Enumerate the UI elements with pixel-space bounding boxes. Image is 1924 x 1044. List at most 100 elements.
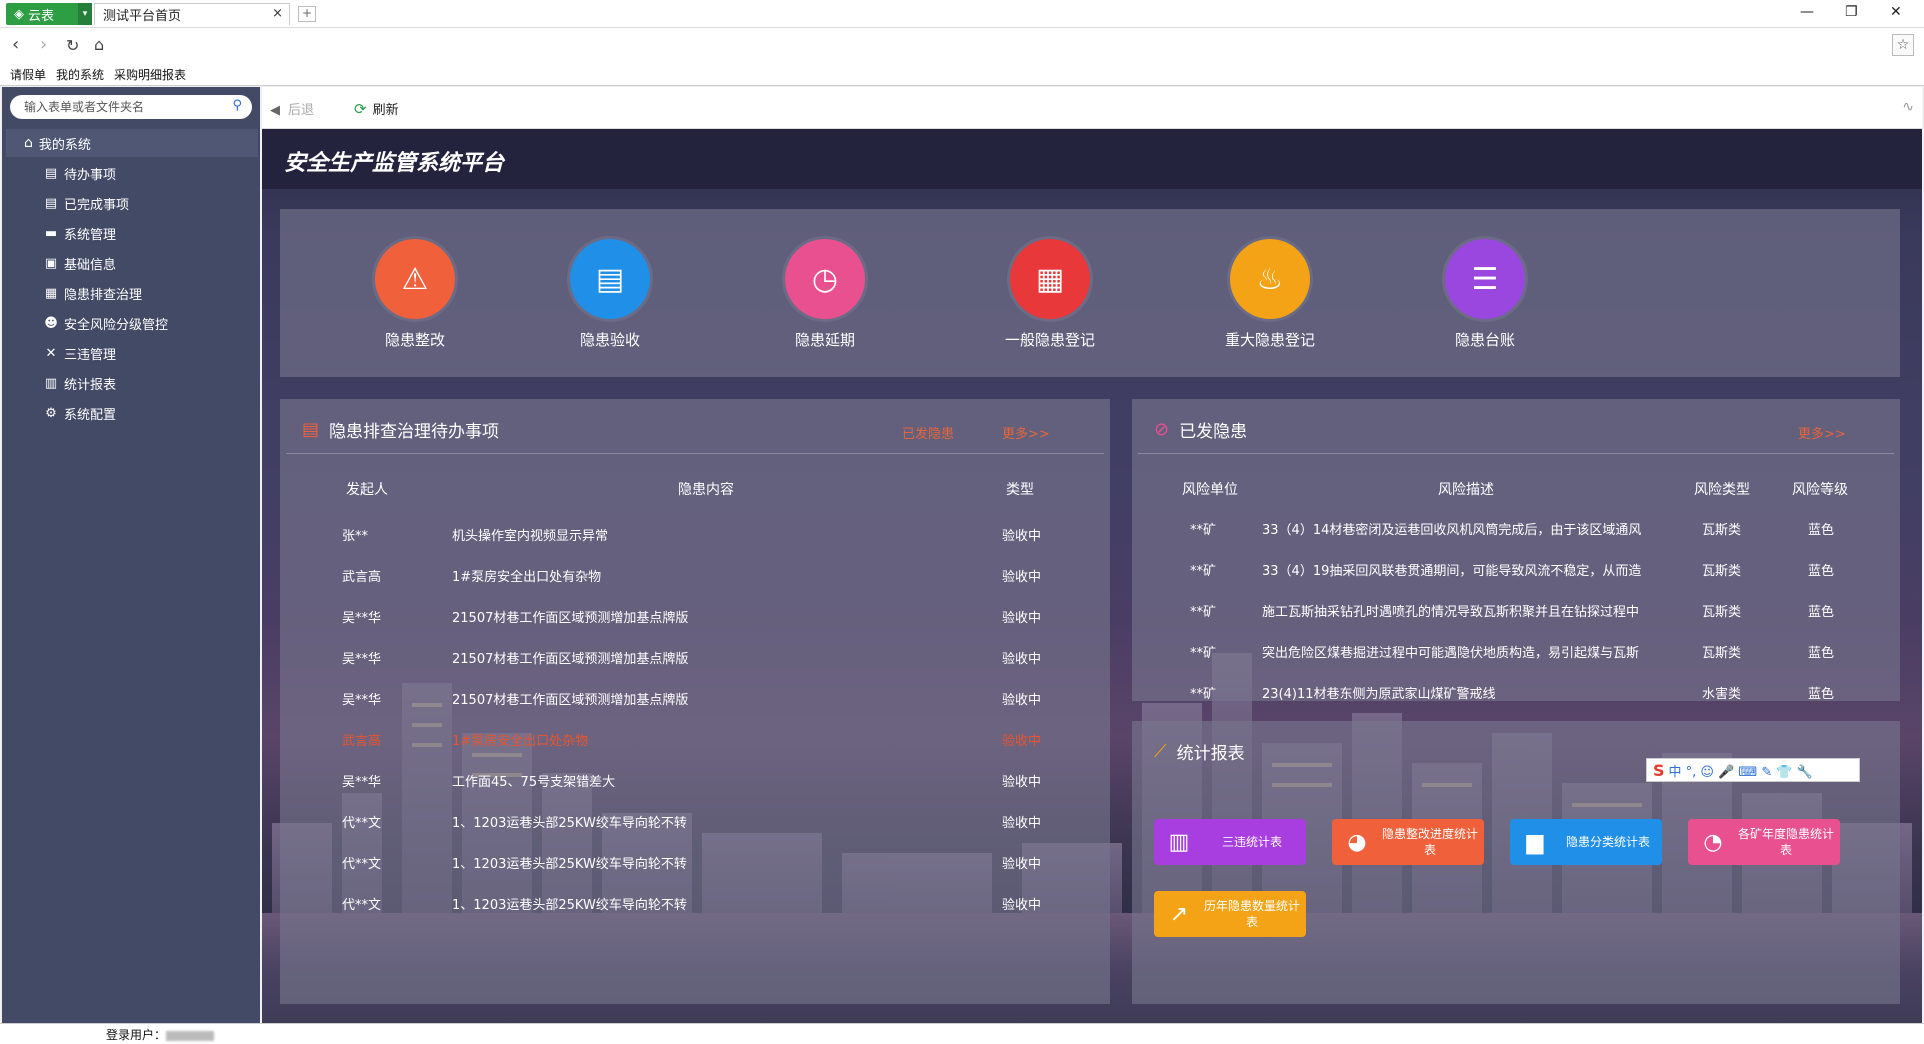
close-window-button[interactable]: ✕	[1890, 4, 1902, 20]
document-icon: ▦	[1010, 239, 1090, 319]
sidebar-search: ⚲	[10, 95, 252, 119]
quick-action-label: 隐患整改	[384, 331, 445, 349]
refresh-label: 刷新	[372, 103, 399, 118]
image-icon: ▣	[44, 255, 58, 271]
cell-type: 验收中	[1002, 898, 1042, 913]
back-button[interactable]: ◀ 后退	[270, 99, 314, 118]
stats-panel-title: ⟋ 统计报表	[1154, 739, 1245, 764]
quick-action-label: 一般隐患登记	[1004, 331, 1095, 349]
chevron-down-icon[interactable]: ▾	[78, 3, 92, 25]
favorite-star-icon[interactable]: ☆	[1892, 34, 1914, 56]
forward-arrow-icon[interactable]: ›	[40, 34, 47, 55]
sidebar-item-hazard-governance[interactable]: ▦ 隐患排查治理	[42, 281, 142, 305]
cell-risk-unit: **矿	[1190, 687, 1217, 702]
favorite-my-system[interactable]: 我的系统	[56, 66, 104, 83]
cell-risk-unit: **矿	[1190, 564, 1217, 579]
app-tab[interactable]: ◈ 云表 ▾	[6, 3, 92, 25]
maximize-button[interactable]: ❐	[1845, 4, 1858, 20]
report-button-yearly-count[interactable]: ↗ 历年隐患数量统计表	[1154, 891, 1306, 937]
reload-icon[interactable]: ↻	[66, 36, 79, 55]
quick-action-extension[interactable]: ◷ 隐患延期	[750, 239, 900, 350]
cell-initiator: 吴**华	[342, 611, 382, 626]
report-button-mine-annual[interactable]: ◔ 各矿年度隐患统计表	[1688, 819, 1840, 865]
column-header-risk-level: 风险等级	[1792, 482, 1848, 498]
cell-risk-desc: 33（4）14材巷密闭及运巷回收风机风筒完成后，由于该区域通风	[1262, 523, 1642, 538]
todo-more-link[interactable]: 更多>>	[1002, 423, 1050, 442]
stack-icon: ☰	[1445, 239, 1525, 319]
column-header-risk-type: 风险类型	[1694, 482, 1750, 498]
warning-icon: ⚠	[375, 239, 455, 319]
refresh-button[interactable]: ⟳ 刷新	[354, 99, 399, 118]
address-bar[interactable]	[126, 36, 326, 54]
cell-risk-desc: 施工瓦斯抽采钻孔时遇喷孔的情况导致瓦斯积聚并且在钻探过程中	[1262, 605, 1640, 620]
sidebar-item-system-config[interactable]: ⚙ 系统配置	[42, 401, 116, 425]
masked-username	[166, 1030, 215, 1041]
cell-risk-desc: 突出危险区煤巷掘进过程中可能遇隐伏地质构造，易引起煤与瓦斯	[1262, 646, 1640, 661]
tree-root-my-system[interactable]: ⌂ 我的系统	[6, 129, 258, 157]
browser-tabbar: ◈ 云表 ▾ 测试平台首页 × + — ❐ ✕	[0, 0, 1924, 28]
sidebar-item-label: 系统管理	[64, 227, 117, 243]
issued-hazard-icon: ⊘	[1154, 419, 1170, 440]
divider	[1138, 453, 1894, 454]
main-area: 安全生产监管系统平台 ⚠ 隐患整改 ▤ 隐患验收 ◷ 隐患延期 ▦ 一般隐患登记…	[262, 129, 1922, 1023]
new-tab-button[interactable]: +	[298, 6, 316, 22]
issued-more-link[interactable]: 更多>>	[1798, 423, 1846, 442]
cell-content: 1#泵房安全出口处杂物	[452, 734, 589, 749]
sidebar-item-basic-info[interactable]: ▣ 基础信息	[42, 251, 116, 275]
quick-action-major-register[interactable]: ♨ 重大隐患登记	[1195, 239, 1345, 350]
quick-action-rectify[interactable]: ⚠ 隐患整改	[340, 239, 490, 350]
sidebar-item-todo[interactable]: ▤ 待办事项	[42, 161, 116, 185]
back-arrow-icon[interactable]: ‹	[12, 34, 19, 55]
cell-initiator: 吴**华	[342, 693, 382, 708]
cell-type: 验收中	[1002, 734, 1042, 749]
column-header-type: 类型	[1006, 482, 1034, 498]
issued-hazards-panel: ⊘ 已发隐患 更多>> 风险单位 风险描述 风险类型 风险等级 **矿 33（4）…	[1132, 399, 1900, 702]
favorite-purchase-report[interactable]: 采购明细报表	[114, 66, 186, 83]
cell-risk-type: 瓦斯类	[1702, 564, 1742, 579]
favorite-leave-form[interactable]: 请假单	[10, 66, 46, 83]
clock-icon: ◷	[785, 239, 865, 319]
search-input[interactable]	[22, 98, 222, 116]
cell-content: 1、1203运巷头部25KW绞车导向轮不转	[452, 857, 687, 872]
report-button-classification[interactable]: ▆ 隐患分类统计表	[1510, 819, 1662, 865]
sidebar-item-risk-control[interactable]: ☻ 安全风险分级管控	[42, 311, 168, 335]
quick-action-ledger[interactable]: ☰ 隐患台账	[1410, 239, 1560, 350]
report-button-rectify-progress[interactable]: ◕ 隐患整改进度统计表	[1332, 819, 1484, 865]
cell-type: 验收中	[1002, 816, 1042, 831]
quick-action-acceptance[interactable]: ▤ 隐患验收	[535, 239, 685, 350]
quick-action-label: 重大隐患登记	[1224, 331, 1315, 349]
issued-hazards-link[interactable]: 已发隐患	[902, 423, 954, 442]
login-user: 登录用户：	[106, 1026, 215, 1043]
favorites-bar: 请假单 我的系统 采购明细报表	[0, 62, 1924, 86]
cell-type: 验收中	[1002, 652, 1042, 667]
sidebar-item-system-admin[interactable]: ▬ 系统管理	[42, 221, 116, 245]
cell-risk-desc: 33（4）19抽采回风联巷贯通期间，可能导致风流不稳定，从而造	[1262, 564, 1642, 579]
tools-icon: ✕	[45, 345, 57, 361]
quick-action-general-register[interactable]: ▦ 一般隐患登记	[975, 239, 1125, 350]
cell-content: 21507材巷工作面区域预测增加基点牌版	[452, 611, 689, 626]
sidebar-item-label: 已完成事项	[64, 197, 130, 213]
users-icon: ☻	[44, 315, 58, 331]
minimize-button[interactable]: —	[1800, 4, 1814, 20]
sidebar-item-reports[interactable]: ▥ 统计报表	[42, 371, 116, 395]
form-icon: ▦	[44, 285, 58, 301]
sidebar-item-done[interactable]: ▤ 已完成事项	[42, 191, 129, 215]
close-tab-icon[interactable]: ×	[272, 6, 283, 21]
status-bar: 登录用户：	[0, 1023, 1924, 1044]
search-icon[interactable]: ⚲	[232, 98, 242, 113]
home-icon[interactable]: ⌂	[94, 35, 104, 54]
cell-type: 验收中	[1002, 775, 1042, 790]
sidebar-item-three-violations[interactable]: ✕ 三违管理	[42, 341, 116, 365]
page-tab[interactable]: 测试平台首页 ×	[94, 3, 290, 25]
ime-toolbar[interactable]: S 中 °, ☺ 🎤 ⌨ ✎ 👕 🔧	[1646, 758, 1860, 782]
sidebar: ⚲ ⌂ 我的系统 ▤ 待办事项 ▤ 已完成事项 ▬ 系统管理 ▣ 基础信息 ▦ …	[2, 87, 260, 1023]
cell-initiator: 张**	[342, 529, 369, 544]
tree-root-label: 我的系统	[38, 137, 91, 153]
stats-trend-icon: ⟋	[1154, 741, 1167, 762]
cell-initiator: 代**文	[342, 816, 382, 831]
stats-title-text: 统计报表	[1176, 744, 1245, 764]
donut-chart-icon: ◔	[1703, 829, 1723, 855]
cell-risk-type: 瓦斯类	[1702, 605, 1742, 620]
quick-action-label: 隐患台账	[1454, 331, 1515, 349]
report-button-violations[interactable]: ▥ 三违统计表	[1154, 819, 1306, 865]
